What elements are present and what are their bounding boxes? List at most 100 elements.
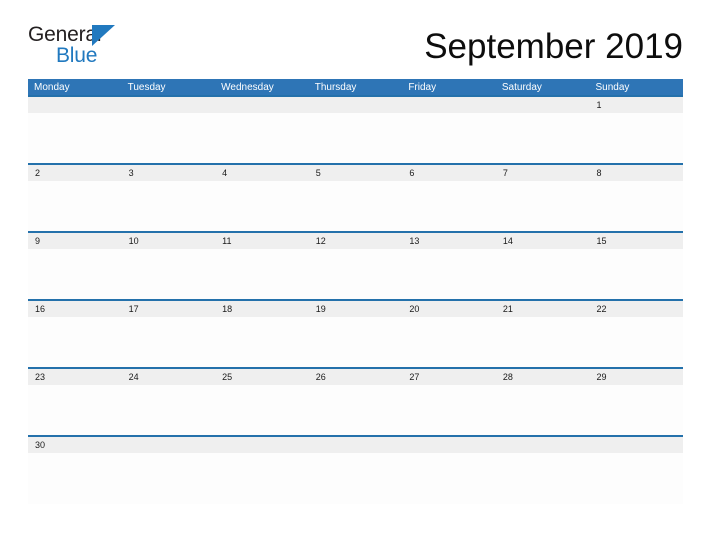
day-cell-date[interactable]: 6 [402,165,496,181]
day-cell-notes[interactable] [122,317,216,368]
day-cell-notes[interactable] [496,317,590,368]
page-title: September 2019 [424,27,683,66]
day-cell-notes[interactable] [215,385,309,436]
day-cell-notes[interactable] [496,181,590,232]
week-note-band [28,453,683,504]
day-cell-notes[interactable] [215,113,309,164]
day-cell-notes[interactable] [122,385,216,436]
day-cell-notes[interactable] [402,385,496,436]
day-cell-notes[interactable] [589,385,683,436]
day-cell-notes[interactable] [28,181,122,232]
triangle-icon [92,25,115,46]
day-cell-date[interactable]: 23 [28,369,122,385]
day-cell-date[interactable]: 17 [122,301,216,317]
day-cell-notes[interactable] [309,249,403,300]
day-cell-notes[interactable] [215,453,309,504]
day-cell-notes[interactable] [309,113,403,164]
day-cell-notes[interactable] [402,317,496,368]
day-cell-notes[interactable] [28,113,122,164]
day-cell-date[interactable] [122,97,216,113]
week-row: 1 [28,95,683,164]
day-cell-notes[interactable] [309,317,403,368]
week-date-band: 30 [28,437,683,453]
day-cell-date[interactable] [309,97,403,113]
day-cell-date[interactable] [402,437,496,453]
week-date-band: 9 10 11 12 13 14 15 [28,233,683,249]
day-cell-date[interactable]: 28 [496,369,590,385]
day-cell-date[interactable] [589,437,683,453]
day-cell-date[interactable]: 8 [589,165,683,181]
day-cell-notes[interactable] [122,113,216,164]
day-cell-date[interactable]: 11 [215,233,309,249]
day-cell-date[interactable]: 19 [309,301,403,317]
day-cell-notes[interactable] [309,181,403,232]
day-cell-date[interactable]: 26 [309,369,403,385]
day-cell-notes[interactable] [402,249,496,300]
day-cell-date[interactable]: 21 [496,301,590,317]
day-cell-date[interactable]: 13 [402,233,496,249]
day-cell-date[interactable]: 10 [122,233,216,249]
day-cell-notes[interactable] [215,317,309,368]
day-cell-date[interactable] [496,97,590,113]
day-cell-date[interactable] [496,437,590,453]
day-cell-notes[interactable] [589,113,683,164]
day-cell-date[interactable]: 2 [28,165,122,181]
day-cell-date[interactable] [215,97,309,113]
day-cell-notes[interactable] [589,453,683,504]
day-cell-date[interactable]: 25 [215,369,309,385]
day-cell-notes[interactable] [122,249,216,300]
day-cell-date[interactable] [215,437,309,453]
day-cell-date[interactable]: 9 [28,233,122,249]
week-row: 2 3 4 5 6 7 8 [28,163,683,232]
day-cell-date[interactable]: 18 [215,301,309,317]
day-cell-date[interactable] [28,97,122,113]
day-cell-date[interactable]: 22 [589,301,683,317]
day-cell-notes[interactable] [589,181,683,232]
day-cell-notes[interactable] [402,453,496,504]
day-cell-date[interactable]: 15 [589,233,683,249]
day-cell-notes[interactable] [28,249,122,300]
week-note-band [28,113,683,164]
day-cell-date[interactable]: 24 [122,369,216,385]
week-date-band: 16 17 18 19 20 21 22 [28,301,683,317]
day-cell-date[interactable]: 30 [28,437,122,453]
day-cell-notes[interactable] [215,249,309,300]
brand-logo[interactable]: General Blue [28,24,228,70]
day-cell-date[interactable]: 20 [402,301,496,317]
day-cell-date[interactable]: 5 [309,165,403,181]
week-date-band: 23 24 25 26 27 28 29 [28,369,683,385]
day-cell-date[interactable]: 14 [496,233,590,249]
day-cell-date[interactable] [309,437,403,453]
day-cell-notes[interactable] [402,181,496,232]
day-cell-date[interactable] [402,97,496,113]
day-cell-date[interactable]: 12 [309,233,403,249]
day-cell-notes[interactable] [122,453,216,504]
day-cell-notes[interactable] [402,113,496,164]
week-row: 30 [28,435,683,504]
day-cell-date[interactable]: 27 [402,369,496,385]
day-cell-notes[interactable] [122,181,216,232]
day-cell-notes[interactable] [496,249,590,300]
day-cell-date[interactable]: 1 [589,97,683,113]
day-cell-notes[interactable] [28,317,122,368]
day-cell-notes[interactable] [589,249,683,300]
weekday-header-wednesday: Wednesday [221,82,274,93]
day-cell-date[interactable]: 16 [28,301,122,317]
day-cell-date[interactable]: 4 [215,165,309,181]
day-cell-notes[interactable] [496,113,590,164]
day-cell-notes[interactable] [215,181,309,232]
day-cell-date[interactable]: 7 [496,165,590,181]
day-cell-notes[interactable] [28,453,122,504]
day-cell-date[interactable]: 3 [122,165,216,181]
day-cell-notes[interactable] [28,385,122,436]
page-header: General Blue September 2019 [28,24,683,70]
week-row: 16 17 18 19 20 21 22 [28,299,683,368]
day-cell-notes[interactable] [496,453,590,504]
day-cell-date[interactable]: 29 [589,369,683,385]
day-cell-notes[interactable] [309,453,403,504]
day-cell-date[interactable] [122,437,216,453]
day-cell-notes[interactable] [496,385,590,436]
day-cell-notes[interactable] [309,385,403,436]
weekday-header-friday: Friday [408,82,437,93]
day-cell-notes[interactable] [589,317,683,368]
